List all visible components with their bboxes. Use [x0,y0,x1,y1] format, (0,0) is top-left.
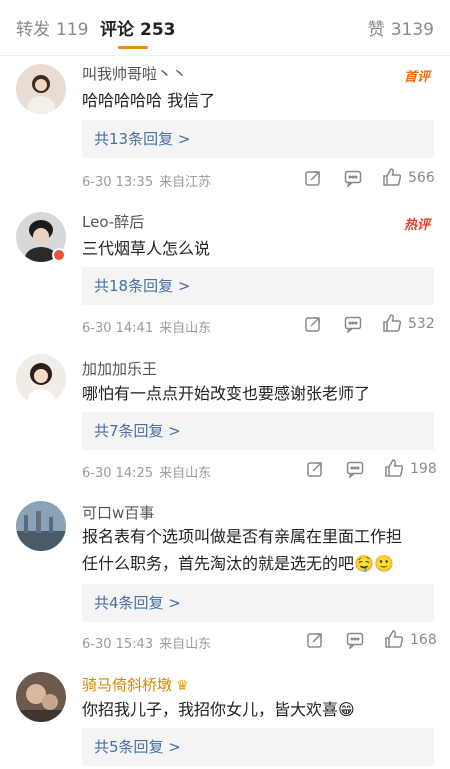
avatar[interactable] [16,672,66,722]
like-count: 566 [408,170,435,186]
avatar[interactable] [16,501,66,551]
tab-reposts-count: 119 [56,20,89,40]
comment-source: 来自山东 [159,466,212,481]
comment-source: 来自山东 [159,637,212,652]
username[interactable]: 骑马倚斜桥墩 ♛ [82,674,189,695]
comment-icon[interactable] [346,460,364,478]
comment-text: 你招我儿子，我招你女儿，皆大欢喜😁 [82,696,432,723]
comment-text-line: 任什么职务，首先淘汰的就是选无的吧🤤🙂 [82,550,432,577]
share-square-icon[interactable] [304,169,322,187]
like-count: 532 [408,316,435,332]
comment-time: 6-30 14:25 [82,466,154,481]
tab-likes-label: 赞 [367,20,385,40]
username[interactable]: Leo-醉后 [82,211,144,232]
username[interactable]: 可口w百事 [82,502,154,523]
like-count: 198 [410,461,437,477]
crown-icon: ♛ [176,678,189,694]
comment-text: 三代烟草人怎么说 [82,239,211,258]
active-tab-indicator [118,46,148,49]
view-replies-button[interactable]: 共5条回复 > [82,728,434,766]
view-replies-button[interactable]: 共13条回复 > [82,120,434,158]
comment-time: 6-30 14:41 [82,321,154,336]
thumbs-up-icon[interactable] [384,458,404,478]
view-replies-button[interactable]: 共7条回复 > [82,412,434,450]
comment-tabs: 转发 119 评论 253 赞 3139 [0,0,450,56]
tab-likes-count: 3139 [390,20,434,40]
tab-comments[interactable]: 评论 253 [100,15,176,40]
slightly-smiling-face-icon: 🙂 [373,554,394,573]
tab-comments-count: 253 [140,20,176,40]
comment-text-content: 你招我儿子，我招你女儿，皆大欢喜 [82,700,339,719]
comment-icon[interactable] [346,631,364,649]
comment-meta: 6-30 15:43 来自山东 [82,633,211,652]
share-square-icon[interactable] [306,631,324,649]
comment-text: 哈哈哈哈哈 我信了 [82,91,216,110]
comment-icon[interactable] [344,315,362,333]
username[interactable]: 加加加乐王 [82,358,157,379]
comment-meta: 6-30 14:25 来自山东 [82,462,211,481]
comment-text: 报名表有个选项叫做是否有亲属在里面工作担 任什么职务，首先淘汰的就是选无的吧🤤🙂 [82,523,432,577]
comment-meta: 6-30 14:41 来自山东 [82,317,211,336]
comment-meta: 6-30 13:35 来自江苏 [82,171,211,190]
first-comment-tag: 首评 [403,70,430,85]
like-count: 168 [410,632,437,648]
tab-comments-label: 评论 [100,20,134,40]
comment-text: 哪怕有一点点开始改变也要感谢张老师了 [82,384,371,403]
tab-reposts[interactable]: 转发 119 [16,15,88,40]
comment-icon[interactable] [344,169,362,187]
username-text: 骑马倚斜桥墩 [82,676,173,694]
share-square-icon[interactable] [306,460,324,478]
view-replies-button[interactable]: 共4条回复 > [82,584,434,622]
thumbs-up-icon[interactable] [382,313,402,333]
comment-text-line: 报名表有个选项叫做是否有亲属在里面工作担 [82,527,403,546]
view-replies-button[interactable]: 共18条回复 > [82,267,434,305]
comment-time: 6-30 13:35 [82,175,154,190]
avatar[interactable] [16,354,66,404]
hot-comment-tag: 热评 [403,218,430,233]
comment-time: 6-30 15:43 [82,637,154,652]
tab-reposts-label: 转发 [16,20,50,40]
avatar[interactable] [16,64,66,114]
thumbs-up-icon[interactable] [384,629,404,649]
verified-badge-icon [52,248,66,262]
share-square-icon[interactable] [304,315,322,333]
comment-text-line-content: 任什么职务，首先淘汰的就是选无的吧 [82,554,355,573]
drooling-face-icon: 🤤 [354,554,374,573]
comment-source: 来自江苏 [159,175,212,190]
tab-likes[interactable]: 赞 3139 [368,15,434,40]
grinning-face-icon: 😁 [338,700,355,719]
comment-source: 来自山东 [159,321,212,336]
thumbs-up-icon[interactable] [382,167,402,187]
username[interactable]: 叫我帅哥啦丶丶 [82,63,187,84]
